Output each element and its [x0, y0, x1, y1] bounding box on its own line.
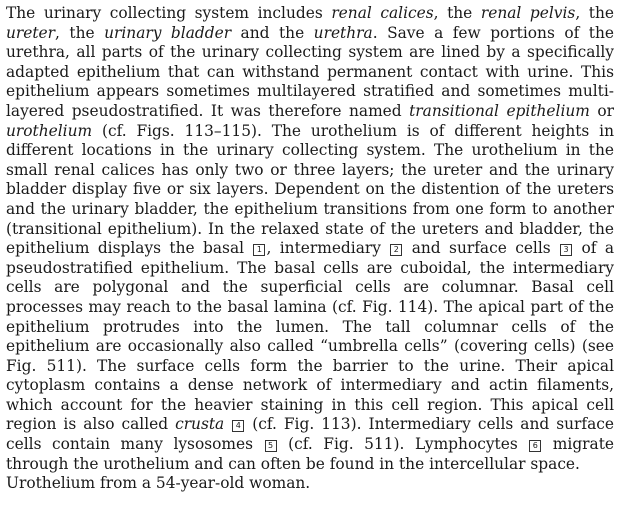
text-run: or — [589, 101, 614, 120]
text-run: , the — [55, 23, 105, 42]
text-run: , the — [575, 4, 614, 22]
label-number-1: 1 — [253, 244, 266, 257]
term-crusta: crusta — [175, 415, 225, 434]
term-transitional-epithelium: transitional epithelium — [409, 101, 590, 120]
label-number-3: 3 — [560, 244, 573, 257]
text-run: , intermediary — [266, 239, 390, 258]
body-paragraph: The urinary collecting system includes r… — [6, 4, 614, 474]
label-number-2: 2 — [390, 244, 403, 257]
figure-caption: Urothelium from a 54-year-old woman. — [6, 474, 311, 493]
label-number-4: 4 — [232, 420, 245, 433]
text-run: (cf. Fig. 511). Lymphocytes — [277, 435, 529, 454]
term-urinary-bladder: urinary bladder — [104, 23, 232, 42]
term-renal-calices: renal calices — [331, 4, 434, 22]
text-run: and the — [231, 23, 314, 42]
term-ureter: ureter — [6, 23, 56, 42]
text-run: (cf. Figs. 113–115). The urothelium is o… — [6, 121, 614, 258]
label-number-5: 5 — [264, 440, 277, 453]
term-urethra: urethra — [313, 23, 373, 42]
text-run: of a pseudo­stratified epithelium. The b… — [6, 239, 614, 434]
term-renal-pelvis: renal pelvis — [480, 4, 576, 22]
text-page: The urinary collecting system includes r… — [6, 4, 614, 494]
text-run: , the — [433, 4, 481, 22]
text-run — [224, 415, 231, 433]
term-urothelium: urothelium — [6, 121, 93, 140]
label-number-6: 6 — [529, 440, 542, 453]
text-run: and surface cells — [403, 239, 560, 258]
text-run: The urinary collecting system includes — [6, 4, 332, 22]
